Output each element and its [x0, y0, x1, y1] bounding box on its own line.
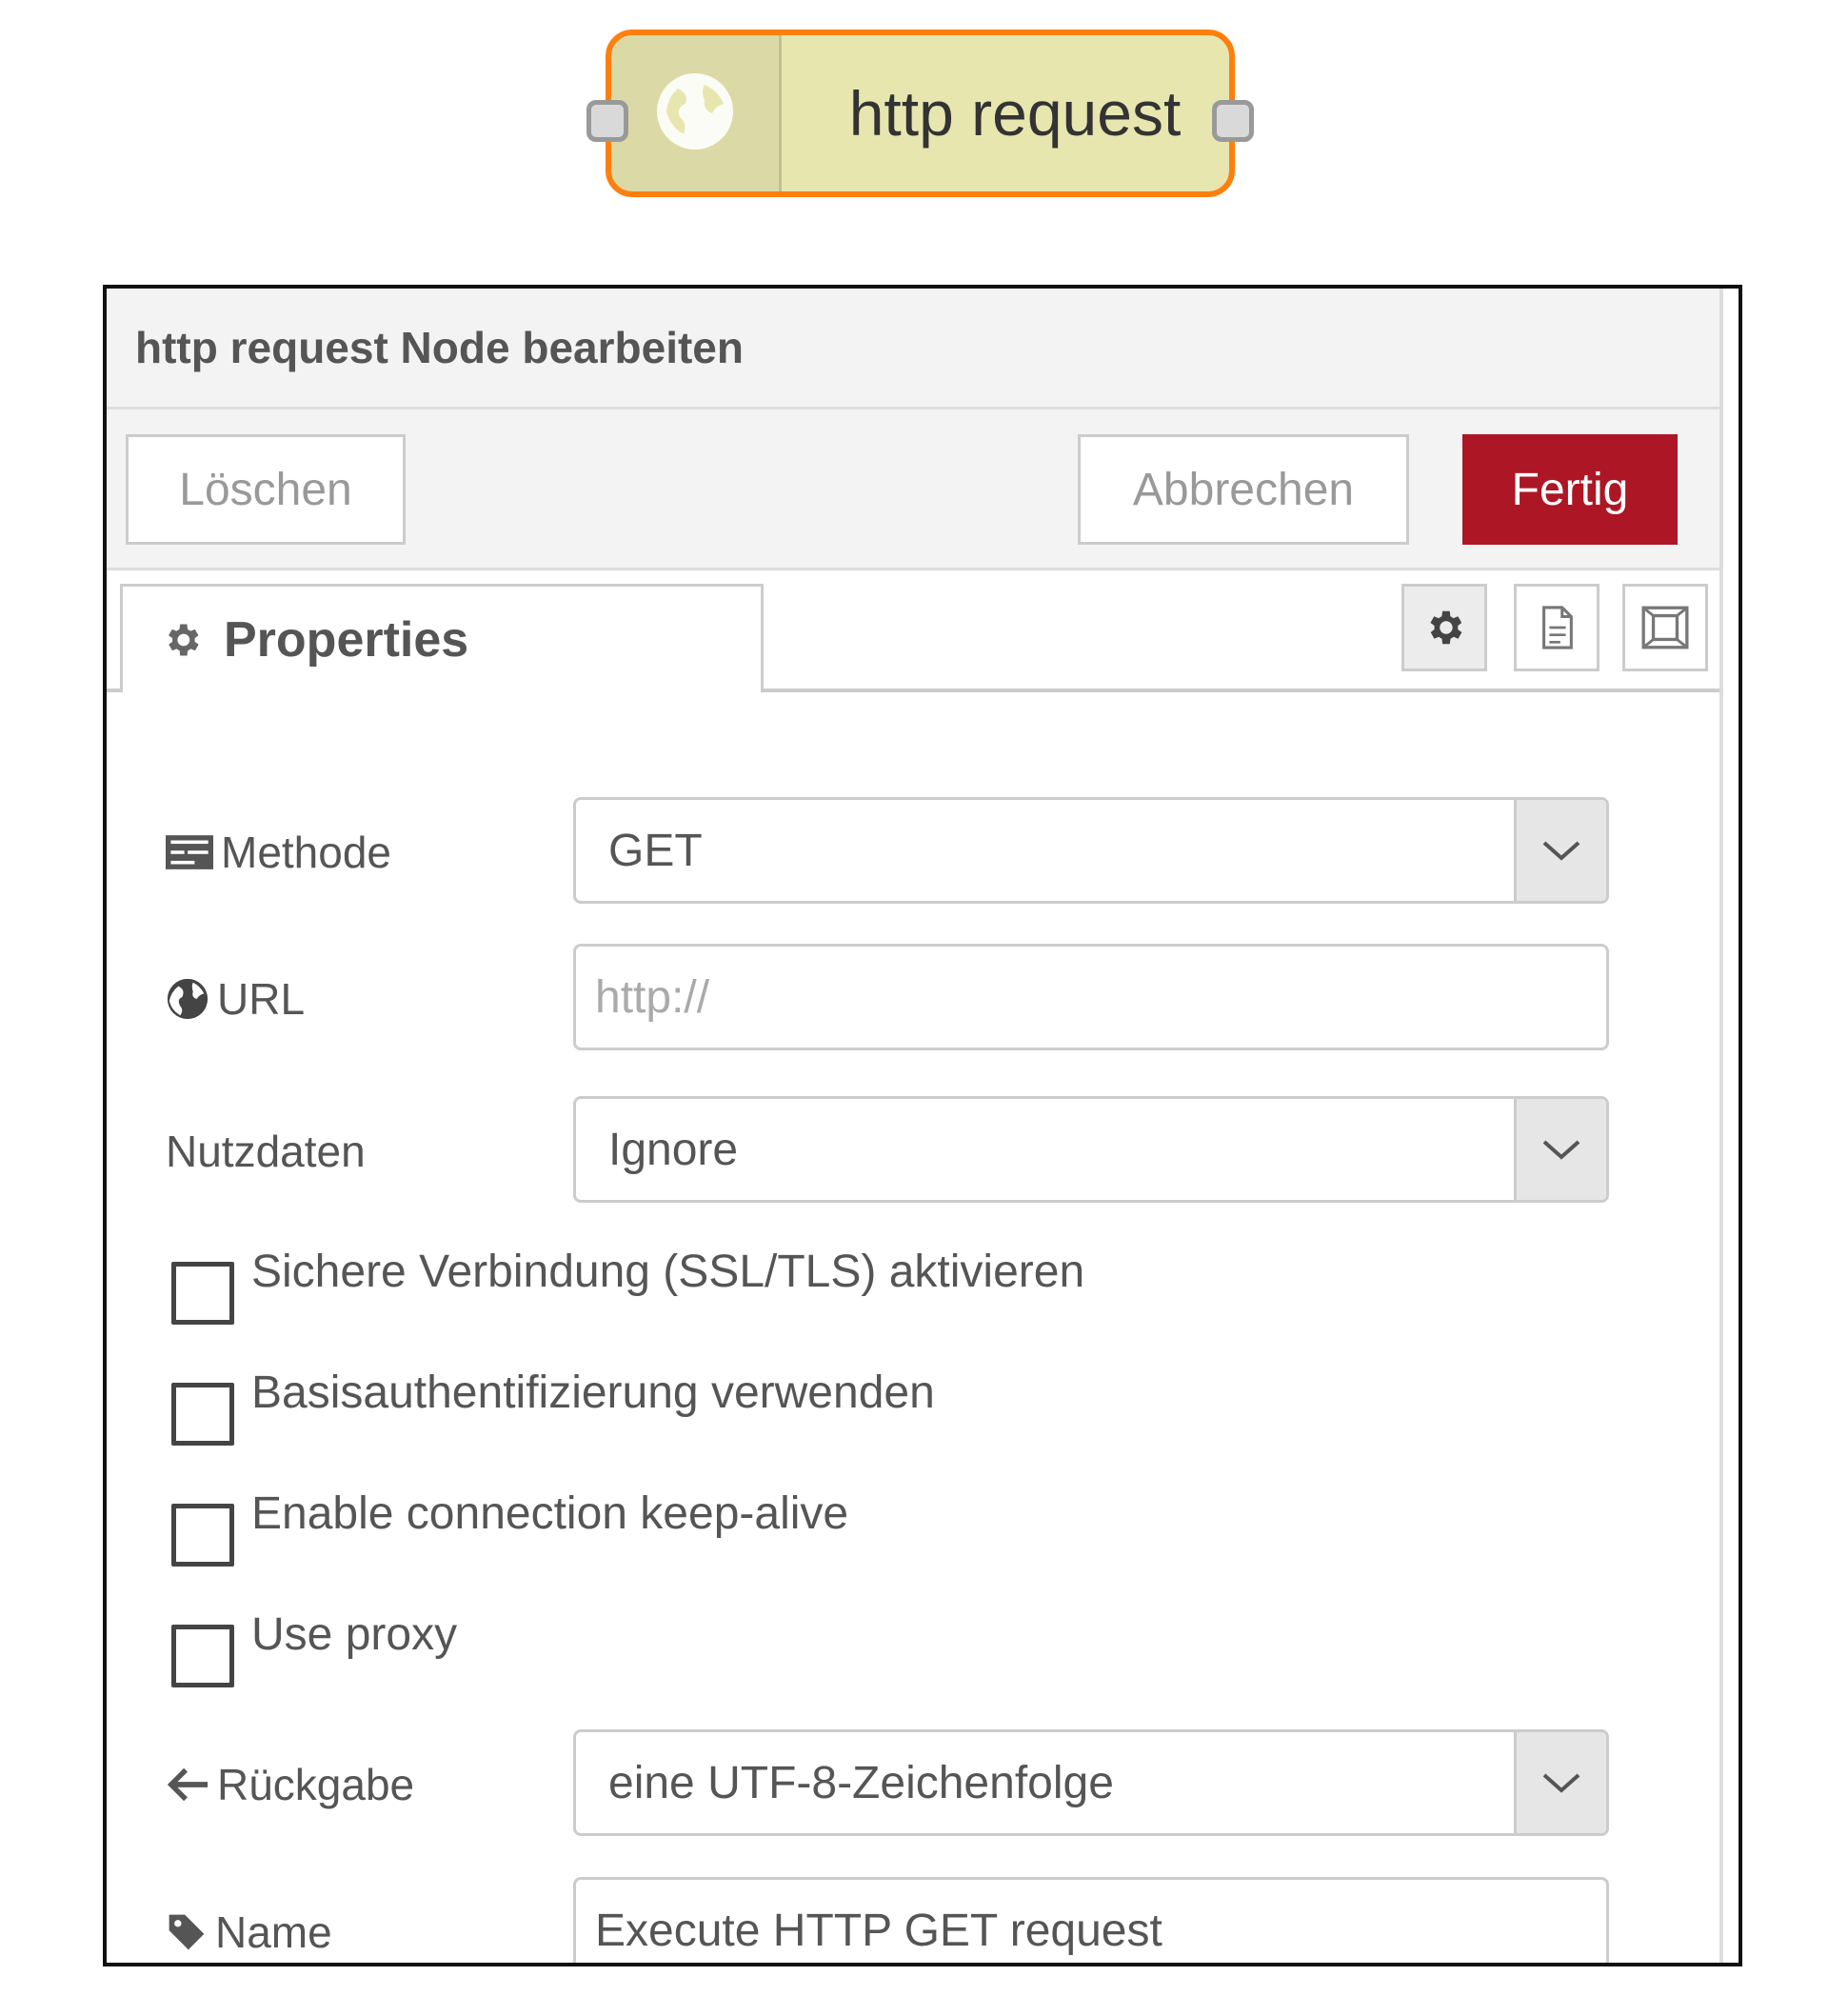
return-label-text: Rückgabe — [217, 1760, 415, 1809]
method-select-value: GET — [608, 825, 703, 876]
proxy-checkbox-row[interactable]: Use proxy — [171, 1607, 457, 1687]
delete-button[interactable]: Löschen — [126, 434, 406, 545]
tab-settings-button[interactable] — [1401, 584, 1487, 671]
cancel-button[interactable]: Abbrechen — [1078, 434, 1409, 545]
payload-row: Nutzdaten Ignore — [166, 1096, 1660, 1207]
globe-icon — [167, 978, 209, 1020]
basic-auth-checkbox[interactable] — [171, 1383, 234, 1446]
basic-auth-checkbox-label[interactable]: Basisauthentifizierung verwenden — [251, 1366, 935, 1421]
chevron-down-icon[interactable] — [1514, 1732, 1606, 1833]
return-label: Rückgabe — [166, 1729, 414, 1840]
edit-node-dialog: http request Node bearbeiten Löschen Abb… — [103, 285, 1742, 1966]
payload-select[interactable]: Ignore — [573, 1096, 1609, 1203]
keep-alive-checkbox-row[interactable]: Enable connection keep-alive — [171, 1487, 848, 1567]
name-input[interactable]: Execute HTTP GET request — [573, 1877, 1609, 1963]
ssl-checkbox-row[interactable]: Sichere Verbindung (SSL/TLS) aktivieren — [171, 1245, 1084, 1325]
tab-appearance-button[interactable] — [1622, 584, 1708, 671]
return-select[interactable]: eine UTF-8-Zeichenfolge — [573, 1729, 1609, 1836]
name-input-value: Execute HTTP GET request — [595, 1905, 1162, 1956]
payload-select-value: Ignore — [608, 1124, 739, 1175]
globe-icon — [649, 66, 741, 162]
url-input-placeholder: http:// — [595, 971, 710, 1023]
ssl-checkbox[interactable] — [171, 1262, 234, 1325]
appearance-icon — [1641, 606, 1689, 649]
node-icon-area — [611, 35, 782, 191]
method-label-text: Methode — [221, 828, 392, 877]
dialog-toolbar: Löschen Abbrechen Fertig — [107, 409, 1719, 570]
chevron-down-icon[interactable] — [1514, 1099, 1606, 1200]
keep-alive-checkbox-label[interactable]: Enable connection keep-alive — [251, 1487, 848, 1542]
name-label-text: Name — [215, 1907, 332, 1957]
tab-bar: Properties — [107, 570, 1719, 692]
http-request-node[interactable]: http request — [586, 30, 1254, 197]
chevron-down-icon[interactable] — [1514, 800, 1606, 901]
method-label: Methode — [166, 797, 391, 908]
name-row: Name Execute HTTP GET request — [166, 1877, 1660, 1963]
payload-label: Nutzdaten — [166, 1127, 366, 1176]
url-row: URL http:// — [166, 944, 1660, 1054]
proxy-checkbox-label[interactable]: Use proxy — [251, 1607, 457, 1663]
name-label: Name — [166, 1877, 332, 1963]
basic-auth-checkbox-row[interactable]: Basisauthentifizierung verwenden — [171, 1366, 935, 1446]
tab-properties[interactable]: Properties — [120, 584, 764, 692]
tab-properties-label: Properties — [224, 611, 469, 668]
url-input[interactable]: http:// — [573, 944, 1609, 1050]
keep-alive-checkbox[interactable] — [171, 1504, 234, 1567]
input-port[interactable] — [586, 100, 628, 142]
gear-icon — [1430, 610, 1462, 645]
return-row: Rückgabe eine UTF-8-Zeichenfolge — [166, 1729, 1660, 1840]
node-label: http request — [848, 78, 1182, 149]
tab-description-button[interactable] — [1514, 584, 1600, 671]
description-icon — [1542, 606, 1573, 649]
proxy-checkbox[interactable] — [171, 1625, 234, 1687]
done-button[interactable]: Fertig — [1462, 434, 1678, 545]
method-select[interactable]: GET — [573, 797, 1609, 904]
arrow-left-icon — [167, 1767, 209, 1802]
ssl-checkbox-label[interactable]: Sichere Verbindung (SSL/TLS) aktivieren — [251, 1245, 1084, 1300]
tag-icon — [169, 1914, 205, 1950]
method-row: Methode GET — [166, 797, 1660, 908]
url-label-text: URL — [217, 974, 306, 1024]
dialog-title: http request Node bearbeiten — [107, 289, 1719, 409]
output-port[interactable] — [1212, 100, 1254, 142]
tasks-icon — [166, 835, 213, 869]
url-label: URL — [166, 944, 305, 1054]
gear-icon — [169, 624, 199, 655]
return-select-value: eine UTF-8-Zeichenfolge — [608, 1757, 1114, 1808]
